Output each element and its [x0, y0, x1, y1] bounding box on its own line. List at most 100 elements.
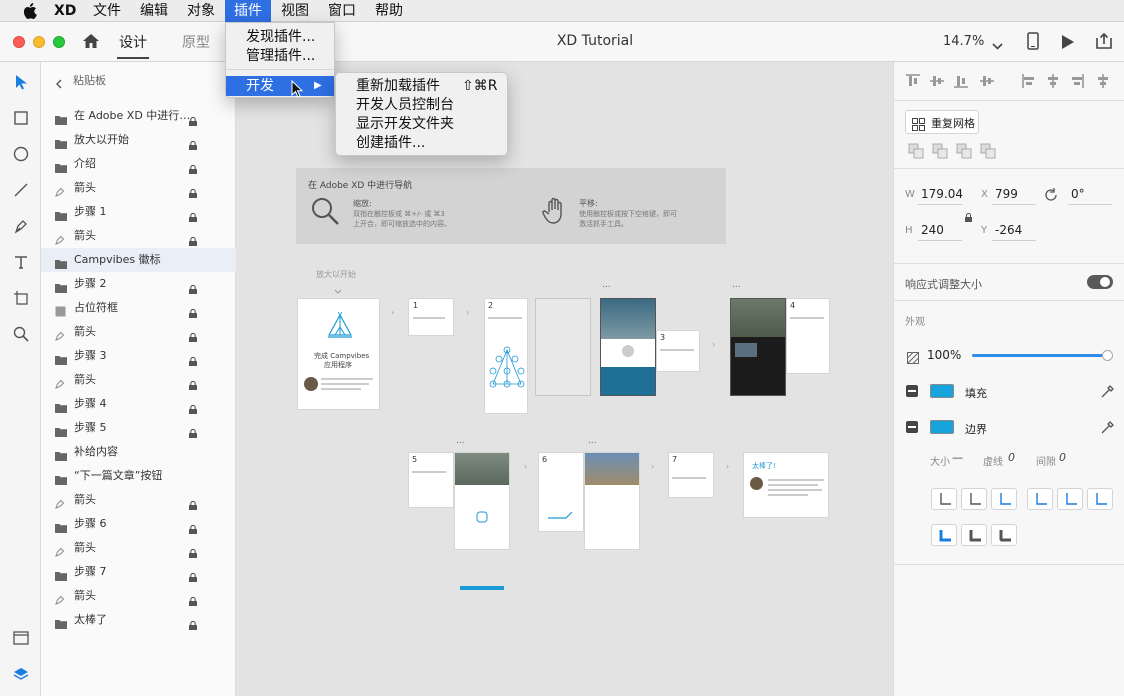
pen-tool-icon[interactable] — [11, 218, 31, 238]
artboard-step-4[interactable]: 4 — [786, 298, 830, 374]
rectangle-tool-icon[interactable] — [11, 110, 31, 130]
align-center-icon[interactable] — [1046, 73, 1060, 92]
layer-row[interactable]: 太棒了 — [41, 608, 236, 632]
lock-icon[interactable] — [189, 111, 197, 126]
ellipse-tool-icon[interactable] — [11, 146, 31, 166]
zoom-level[interactable]: 14.7% — [943, 34, 984, 49]
app-menu[interactable]: XD — [45, 0, 85, 22]
border-size-field[interactable]: — — [952, 451, 963, 464]
miter-join-icon[interactable] — [931, 524, 957, 546]
menu-item-discover-plugins[interactable]: 发现插件... — [226, 27, 334, 47]
repeat-grid-button[interactable]: 重复网格 — [905, 110, 979, 134]
rotation-field[interactable]: 0° — [1071, 187, 1085, 201]
artboard-step-5-mobile[interactable] — [454, 452, 510, 550]
artboard-step-1[interactable]: 1 — [408, 298, 454, 336]
add-boolean-icon[interactable] — [908, 143, 924, 163]
layer-row[interactable]: 箭头 — [41, 320, 236, 344]
intersect-boolean-icon[interactable] — [956, 143, 972, 163]
butt-cap-icon[interactable] — [1027, 488, 1053, 510]
square-cap-icon[interactable] — [1087, 488, 1113, 510]
lock-icon[interactable] — [189, 519, 197, 534]
lock-icon[interactable] — [189, 375, 197, 390]
zoom-tool-icon[interactable] — [11, 326, 31, 346]
layer-row[interactable]: 步骤 5 — [41, 416, 236, 440]
layer-row[interactable]: 箭头 — [41, 536, 236, 560]
border-eyedropper-icon[interactable] — [1100, 420, 1114, 439]
artboard-step-3[interactable]: 3 — [656, 330, 700, 372]
border-color-swatch[interactable] — [930, 420, 954, 434]
artboard-step-2[interactable]: 2 — [484, 298, 528, 414]
layer-row[interactable]: 补给内容 — [41, 440, 236, 464]
width-field[interactable]: 179.04 — [921, 187, 963, 201]
layer-row[interactable]: 箭头 — [41, 368, 236, 392]
artboard-step-7[interactable]: 7 — [668, 452, 714, 498]
menu-item-manage-plugins[interactable]: 管理插件... — [226, 46, 334, 66]
border-checkbox[interactable] — [906, 421, 918, 433]
layer-row[interactable]: 步骤 3 — [41, 344, 236, 368]
lock-icon[interactable] — [189, 567, 197, 582]
layer-row[interactable]: 箭头 — [41, 488, 236, 512]
bevel-join-icon[interactable] — [991, 524, 1017, 546]
x-field[interactable]: 799 — [995, 187, 1018, 201]
submenu-item[interactable]: 重新加载插件 ⇧⌘R — [336, 76, 507, 96]
menu-edit[interactable]: 编辑 — [131, 0, 177, 22]
layer-row[interactable]: 箭头 — [41, 584, 236, 608]
lock-icon[interactable] — [189, 303, 197, 318]
fill-color-swatch[interactable] — [930, 384, 954, 398]
lock-icon[interactable] — [189, 207, 197, 222]
artboard-step-3-mobile[interactable] — [600, 298, 656, 396]
zoom-chevron-down-icon[interactable] — [992, 36, 1003, 55]
dash-field[interactable]: 0 — [1008, 451, 1015, 464]
lock-icon[interactable] — [189, 231, 197, 246]
lock-icon[interactable] — [189, 423, 197, 438]
layer-row[interactable]: 在 Adobe XD 中进行… — [41, 104, 236, 128]
lock-icon[interactable] — [189, 135, 197, 150]
lock-icon[interactable] — [189, 591, 197, 606]
back-chevron-icon[interactable] — [55, 74, 62, 93]
layer-row[interactable]: 放大以开始 — [41, 128, 236, 152]
submenu-item[interactable]: 开发人员控制台 — [336, 95, 507, 115]
menu-object[interactable]: 对象 — [178, 0, 224, 22]
layer-row[interactable]: 箭头 — [41, 224, 236, 248]
align-bottom-icon[interactable] — [954, 73, 968, 92]
artboard-step-6-mobile[interactable] — [584, 452, 640, 550]
align-left-icon[interactable] — [1022, 73, 1036, 92]
outer-stroke-icon[interactable] — [961, 488, 987, 510]
layers-panel-icon[interactable] — [11, 666, 31, 686]
fill-eyedropper-icon[interactable] — [1100, 384, 1114, 403]
canvas[interactable]: 在 Adobe XD 中进行导航 缩放: 双指在触控板或 ⌘+/- 或 ⌘3 上… — [236, 62, 893, 696]
height-field[interactable]: 240 — [921, 223, 944, 237]
round-join-icon[interactable] — [961, 524, 987, 546]
align-top-icon[interactable] — [906, 73, 920, 92]
assets-panel-icon[interactable] — [11, 630, 31, 650]
menu-view[interactable]: 视图 — [272, 0, 318, 22]
exclude-boolean-icon[interactable] — [980, 143, 996, 163]
responsive-resize-toggle[interactable] — [1087, 275, 1113, 289]
layer-row[interactable]: 步骤 7 — [41, 560, 236, 584]
artboard-step-5[interactable]: 5 — [408, 452, 454, 508]
submenu-item[interactable]: 显示开发文件夹 — [336, 114, 507, 134]
artboard-step-4-mobile[interactable] — [730, 298, 786, 396]
menu-item-develop[interactable]: 开发 ▶ — [226, 76, 334, 96]
lock-aspect-icon[interactable] — [965, 207, 972, 226]
align-middle-icon[interactable] — [930, 73, 944, 92]
distribute-vertical-icon[interactable] — [980, 73, 994, 92]
menu-plugins[interactable]: 插件 — [225, 0, 271, 22]
layer-row[interactable]: 步骤 6 — [41, 512, 236, 536]
lock-icon[interactable] — [189, 399, 197, 414]
artboard-intro[interactable]: 完成 Campvibes 应用程序 — [297, 298, 380, 410]
lock-icon[interactable] — [189, 327, 197, 342]
artboard-tool-icon[interactable] — [11, 290, 31, 310]
align-right-icon[interactable] — [1070, 73, 1084, 92]
layer-row[interactable]: Campvibes 徽标 — [41, 248, 236, 272]
gap-field[interactable]: 0 — [1059, 451, 1066, 464]
lock-icon[interactable] — [189, 183, 197, 198]
artboard-final[interactable]: 太棒了! — [743, 452, 829, 518]
center-stroke-icon[interactable] — [991, 488, 1017, 510]
layer-row[interactable]: “下一篇文章”按钮 — [41, 464, 236, 488]
share-icon[interactable] — [1095, 32, 1113, 54]
artboard-step-6[interactable]: 6 — [538, 452, 584, 532]
round-cap-icon[interactable] — [1057, 488, 1083, 510]
select-tool-icon[interactable] — [11, 74, 31, 94]
fill-checkbox[interactable] — [906, 385, 918, 397]
